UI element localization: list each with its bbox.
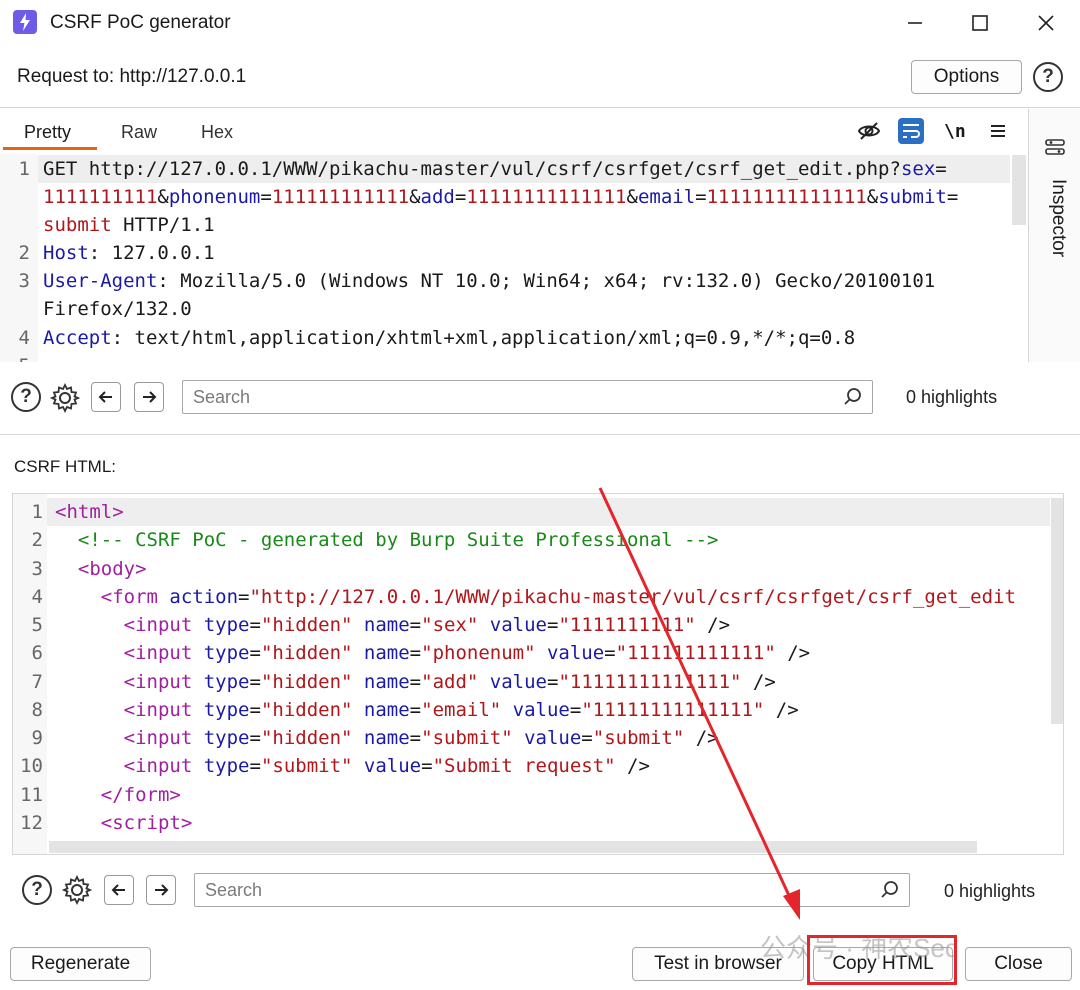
html-code-line: <html> [55,501,124,523]
previous-match-button[interactable] [104,875,134,905]
line-number: 11 [20,784,43,806]
line-number: 7 [31,671,43,693]
line-number: 10 [20,755,43,777]
html-search-bar: ? Search 0 highlights [0,860,1080,920]
wrap-lines-icon[interactable] [898,118,924,144]
request-line: GET http://127.0.0.1/WWW/pikachu-master/… [43,158,947,180]
line-number: 2 [18,242,30,264]
help-icon[interactable]: ? [1033,62,1063,92]
header-host: Host: 127.0.0.1 [43,242,215,264]
line-number: 3 [18,270,30,292]
help-icon[interactable]: ? [22,875,52,905]
html-search-input[interactable]: Search [194,873,910,907]
inspector-label[interactable]: Inspector [1047,179,1069,257]
html-code-line: <form action="http://127.0.0.1/WWW/pikac… [55,586,1016,608]
request-editor[interactable]: Pretty Raw Hex \n 1 2 3 4 5 GET http://1… [0,109,1027,362]
request-protocol-line: submit HTTP/1.1 [43,214,215,236]
line-number: 12 [20,812,43,834]
close-button[interactable]: Close [965,947,1072,981]
request-query-line: 1111111111&phonenum=111111111111&add=111… [43,186,959,208]
hide-icon[interactable] [856,118,882,144]
maximize-icon[interactable] [966,9,994,37]
next-match-button[interactable] [146,875,176,905]
help-icon[interactable]: ? [11,382,41,412]
html-code-line: <input type="hidden" name="phonenum" val… [55,642,811,664]
title-bar: CSRF PoC generator [0,0,1080,46]
line-number: 8 [31,699,43,721]
active-tab-indicator [3,147,97,150]
highlights-count: 0 highlights [906,387,998,407]
line-number: 9 [31,727,43,749]
highlights-count: 0 highlights [944,881,1036,901]
tab-raw[interactable]: Raw [121,122,157,143]
line-number: 3 [31,558,43,580]
inspector-icon [1043,135,1067,159]
header-user-agent-cont: Firefox/132.0 [43,298,192,320]
window-title: CSRF PoC generator [50,12,231,33]
request-target-label: Request to: http://127.0.0.1 [17,66,247,87]
line-number: 4 [31,586,43,608]
request-scrollbar[interactable] [1012,155,1026,225]
line-number: 2 [31,529,43,551]
editor-tabs: Pretty Raw Hex \n [0,109,1027,151]
html-code-line: <script> [55,812,193,834]
line-number: 5 [31,614,43,636]
search-icon [881,881,898,898]
newline-toggle[interactable]: \n [944,121,970,147]
current-line-highlight [47,498,1050,526]
request-bar: Request to: http://127.0.0.1 Options ? [0,46,1080,108]
options-button[interactable]: Options [911,60,1022,94]
header-user-agent: User-Agent: Mozilla/5.0 (Windows NT 10.0… [43,270,936,292]
search-placeholder: Search [193,387,251,407]
html-code-line: <input type="hidden" name="add" value="1… [55,671,776,693]
html-vertical-scrollbar[interactable] [1051,498,1063,724]
request-search-input[interactable]: Search [182,380,873,414]
html-code-line: </form> [55,784,181,806]
copy-html-highlight-box [807,935,957,985]
csrf-html-label: CSRF HTML: [14,457,116,476]
html-code-line: <input type="submit" value="Submit reque… [55,755,650,777]
search-placeholder: Search [205,880,263,900]
html-horizontal-scrollbar[interactable] [49,841,977,853]
regenerate-button[interactable]: Regenerate [10,947,151,981]
burp-lightning-icon [13,10,37,34]
header-accept: Accept: text/html,application/xhtml+xml,… [43,327,856,349]
search-icon [844,388,861,405]
html-code-line: <input type="hidden" name="email" value=… [55,699,799,721]
line-number: 6 [31,642,43,664]
minimize-icon[interactable] [901,9,929,37]
menu-icon[interactable] [985,118,1011,144]
gear-icon[interactable] [49,382,81,414]
html-code-line: <input type="hidden" name="submit" value… [55,727,719,749]
close-icon[interactable] [1032,9,1060,37]
gear-icon[interactable] [61,874,93,906]
previous-match-button[interactable] [91,382,121,412]
line-number: 4 [18,327,30,349]
html-code-line: <input type="hidden" name="sex" value="1… [55,614,731,636]
inspector-panel[interactable]: Inspector [1028,109,1080,362]
pane-divider[interactable] [0,434,1080,435]
html-code-line: <!-- CSRF PoC - generated by Burp Suite … [55,529,719,551]
html-code-line: <body> [55,558,147,580]
tab-pretty[interactable]: Pretty [24,122,71,143]
csrf-html-editor[interactable]: 1 2 3 4 5 6 7 8 9 10 11 12 <html> <!-- C… [12,493,1064,855]
request-search-bar: ? Search 0 highlights [0,366,1080,426]
line-number: 1 [18,158,30,180]
tab-hex[interactable]: Hex [201,122,233,143]
line-number: 5 [0,352,30,362]
next-match-button[interactable] [134,382,164,412]
line-number: 1 [31,501,43,523]
